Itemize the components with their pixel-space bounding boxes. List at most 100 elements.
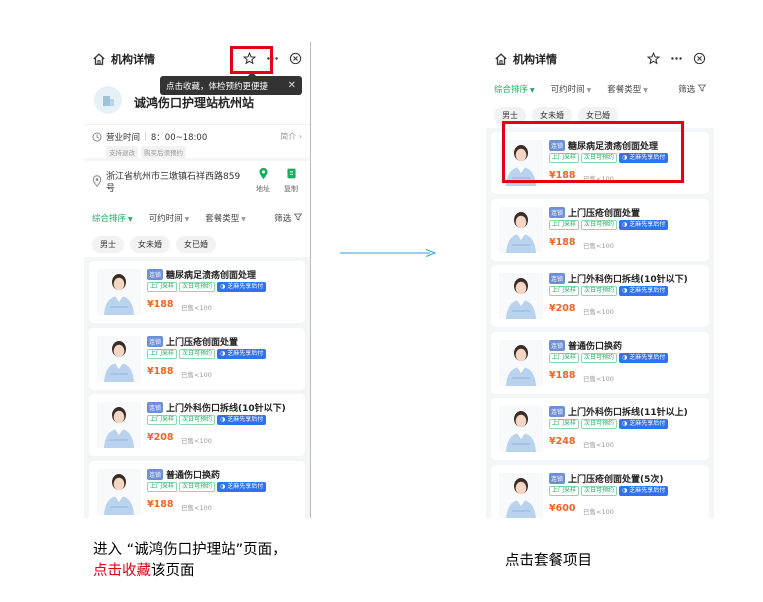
avatar-icon [499, 472, 543, 518]
page-header: 机构详情 [84, 42, 310, 76]
product-card[interactable]: 连锁 上门压疮创面处置 上门采样 次日可预约 ◑ 芝麻先享后付 ¥188 已售<100 [491, 198, 709, 261]
sort-dropdown[interactable]: 综合排序 ▼ [92, 212, 133, 224]
avatar-icon [97, 269, 141, 315]
badge-pay-later: ◑ 芝麻先享后付 [619, 219, 669, 230]
filter-icon [293, 213, 303, 221]
product-list: 连锁 糖尿病足溃疡创面处理 上门采样 次日可预约 ◑ 芝麻先享后付 ¥188 已售<100 连… [486, 128, 714, 518]
product-price: ¥188 [147, 498, 174, 510]
page-title: 机构详情 [513, 53, 557, 66]
product-title: 上门压疮创面处置 [568, 208, 641, 219]
page-header: 机构详情 [486, 42, 714, 76]
sold-count: 已售<100 [583, 308, 614, 316]
flow-arrow-icon [340, 249, 436, 257]
more-icon[interactable] [670, 52, 683, 65]
copy-button[interactable]: 复制 [280, 167, 302, 194]
hours-label: 营业时间 [106, 133, 141, 143]
chip-male[interactable]: 男士 [92, 235, 124, 253]
clock-icon [92, 132, 102, 142]
sold-count: 已售<100 [181, 437, 212, 445]
sort-dropdown[interactable]: 综合排序 ▼ [494, 83, 535, 95]
chain-tag: 连锁 [147, 468, 164, 480]
product-card[interactable]: 连锁 上门外科伤口拆线(10针以下) 上门采样 次日可预约 ◑ 芝麻先享后付 ¥208 已售… [89, 394, 305, 456]
sold-count: 已售<100 [583, 507, 614, 516]
avatar-icon [97, 335, 141, 382]
navigate-button[interactable]: 地址 [252, 167, 274, 194]
product-title: 上门外科伤口拆线(10针以下) [568, 275, 688, 285]
caption-highlight: 点击收藏 [93, 563, 151, 579]
badge-pay-later: ◑ 芝麻先享后付 [619, 485, 669, 496]
home-icon[interactable] [494, 52, 508, 66]
filter-icon [697, 84, 707, 92]
chain-tag: 连锁 [549, 273, 566, 284]
badge-home-sampling: 上门采样 [549, 485, 580, 496]
chain-tag: 连锁 [549, 472, 566, 484]
service-tag: 购买后须预约 [141, 146, 186, 158]
chain-tag: 连锁 [147, 402, 164, 413]
package-type-dropdown[interactable]: 套餐类型 ▼ [607, 83, 648, 95]
favorite-tooltip: 点击收藏，体检预约更便捷 ✕ [160, 72, 302, 95]
filter-bar: 综合排序 ▼ 可约时间 ▼ 套餐类型 ▼ 筛选 [84, 205, 310, 231]
avatar-icon [97, 468, 141, 515]
org-logo [94, 86, 122, 114]
product-card[interactable]: 连锁 普通伤口换药 上门采样 次日可预约 ◑ 芝麻先享后付 ¥188 已售<100 [491, 331, 709, 394]
badge-next-day: 次日可预约 [179, 481, 216, 492]
service-tag: 支持退改 [106, 146, 138, 158]
product-price: ¥188 [147, 365, 174, 377]
product-card[interactable]: 连锁 上门压疮创面处置 上门采样 次日可预约 ◑ 芝麻先享后付 ¥188 已售<100 [89, 327, 305, 390]
filter-button[interactable]: 筛选 [274, 212, 303, 224]
divider-line [310, 42, 311, 518]
product-title: 普通伤口换药 [568, 341, 623, 352]
badge-pay-later: ◑ 芝麻先享后付 [619, 286, 669, 296]
badge-next-day: 次日可预约 [179, 415, 216, 425]
star-icon[interactable] [647, 52, 660, 65]
product-price: ¥600 [549, 502, 576, 514]
badge-home-sampling: 上门采样 [147, 481, 178, 492]
filter-bar: 综合排序 ▼ 可约时间 ▼ 套餐类型 ▼ 筛选 [486, 76, 714, 102]
building-icon [103, 96, 114, 106]
tooltip-close-icon[interactable]: ✕ [288, 80, 296, 91]
product-card[interactable]: 连锁 糖尿病足溃疡创面处理 上门采样 次日可预约 ◑ 芝麻先享后付 ¥188 已售<100 [89, 261, 305, 323]
intro-link[interactable]: 简介 › [280, 131, 302, 142]
address-section: 浙江省杭州市三墩镇石祥西路859号 地址 复制 [84, 161, 310, 205]
sold-count: 已售<100 [583, 441, 614, 449]
chain-tag: 连锁 [147, 269, 164, 280]
chain-tag: 连锁 [549, 406, 566, 417]
badge-next-day: 次日可预约 [581, 419, 618, 429]
badge-next-day: 次日可预约 [581, 352, 618, 363]
chip-female-married[interactable]: 女已婚 [176, 235, 216, 253]
product-card[interactable]: 连锁 上门外科伤口拆线(11针以上) 上门采样 次日可预约 ◑ 芝麻先享后付 ¥248 已售… [491, 398, 709, 460]
badge-pay-later: ◑ 芝麻先享后付 [217, 348, 267, 359]
product-title: 上门外科伤口拆线(11针以上) [568, 408, 688, 418]
home-icon[interactable] [92, 52, 106, 66]
product-title: 普通伤口换药 [166, 470, 221, 481]
filter-button[interactable]: 筛选 [678, 83, 707, 95]
product-title: 糖尿病足溃疡创面处理 [166, 271, 257, 281]
hours-value: 8：00~18:00 [150, 133, 208, 143]
product-price: ¥188 [147, 299, 174, 310]
product-card[interactable]: 连锁 上门压疮创面处置(5次) 上门采样 次日可预约 ◑ 芝麻先享后付 ¥600 已售<10… [491, 464, 709, 518]
badge-next-day: 次日可预约 [179, 282, 216, 292]
product-price: ¥208 [147, 432, 174, 443]
avatar-icon [499, 273, 543, 319]
gender-chips: 男士 女未婚 女已婚 [84, 231, 310, 257]
product-card[interactable]: 连锁 普通伤口换药 上门采样 次日可预约 ◑ 芝麻先享后付 ¥188 已售<100 [89, 460, 305, 518]
badge-home-sampling: 上门采样 [147, 415, 178, 425]
location-icon [92, 175, 102, 187]
badge-next-day: 次日可预约 [581, 286, 618, 296]
badge-next-day: 次日可预约 [179, 348, 216, 359]
close-circle-icon[interactable] [289, 52, 302, 65]
product-card[interactable]: 连锁 上门外科伤口拆线(10针以下) 上门采样 次日可预约 ◑ 芝麻先享后付 ¥208 已售… [491, 265, 709, 327]
badge-pay-later: ◑ 芝麻先享后付 [217, 282, 267, 292]
avatar-icon [499, 206, 543, 253]
time-dropdown[interactable]: 可约时间 ▼ [149, 212, 190, 224]
chip-female-unmarried[interactable]: 女未婚 [130, 235, 170, 253]
right-phone-screen: 机构详情 综合排序 ▼ 可约时间 ▼ 套餐类型 ▼ 筛选 男士 女未婚 女已婚 连锁糖… [486, 42, 714, 518]
sold-count: 已售<100 [583, 241, 614, 250]
close-circle-icon[interactable] [693, 52, 706, 65]
chain-tag: 连锁 [549, 339, 566, 351]
package-type-dropdown[interactable]: 套餐类型 ▼ [205, 212, 246, 224]
chain-tag: 连锁 [147, 335, 164, 347]
product-list: 连锁 糖尿病足溃疡创面处理 上门采样 次日可预约 ◑ 芝麻先享后付 ¥188 已售<100 连… [84, 257, 310, 518]
sold-count: 已售<100 [181, 370, 212, 379]
time-dropdown[interactable]: 可约时间 ▼ [551, 83, 592, 95]
